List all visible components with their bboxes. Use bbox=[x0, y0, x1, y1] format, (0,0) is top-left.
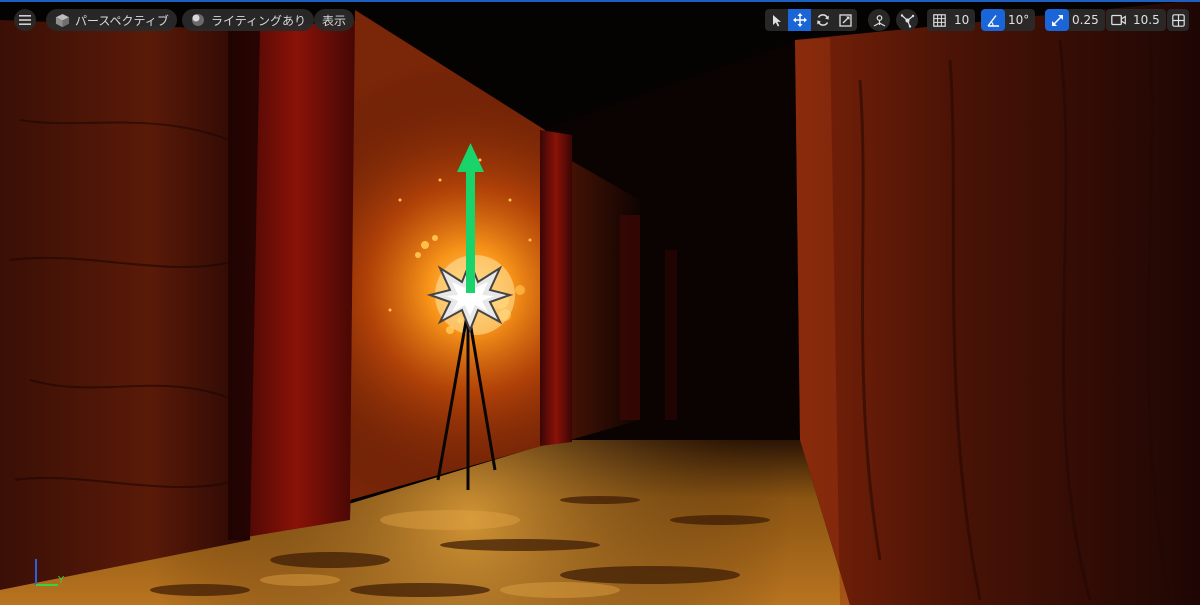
cube-icon bbox=[54, 12, 70, 28]
surface-snapping-button[interactable] bbox=[868, 9, 890, 31]
viewport-menu-button[interactable] bbox=[14, 9, 36, 31]
scale-mode-button[interactable] bbox=[834, 9, 857, 31]
angle-icon bbox=[986, 14, 999, 27]
layout-grid-icon bbox=[1171, 13, 1185, 27]
grid-snap-value[interactable]: 10 bbox=[951, 13, 975, 27]
viewport-toolbar-left bbox=[14, 9, 36, 31]
perspective-label: パースペクティブ bbox=[75, 13, 169, 28]
grid-snap-group: 10 bbox=[927, 9, 976, 31]
scale-icon bbox=[839, 13, 852, 27]
grid-icon bbox=[932, 13, 946, 27]
scale-snap-icon bbox=[1051, 14, 1063, 26]
select-mode-button[interactable] bbox=[765, 9, 788, 31]
angle-snap-toggle[interactable] bbox=[981, 9, 1005, 31]
world-local-space-button[interactable] bbox=[896, 9, 918, 31]
angle-snap-value[interactable]: 10° bbox=[1005, 13, 1035, 27]
perspective-view-button[interactable]: パースペクティブ bbox=[46, 9, 177, 31]
transform-mode-group bbox=[765, 9, 857, 31]
angle-snap-group: 10° bbox=[981, 9, 1036, 31]
show-label: 表示 bbox=[322, 13, 347, 28]
axis-indicator bbox=[35, 559, 58, 586]
camera-speed-group: 10.5 bbox=[1106, 9, 1166, 31]
select-icon bbox=[772, 14, 781, 26]
show-menu-button[interactable]: 表示 bbox=[314, 9, 355, 31]
surface-snap-icon bbox=[873, 14, 885, 27]
level-viewport[interactable]: パースペクティブ ライティングあり 表示 10 10° 0.25 10.5 Y bbox=[0, 0, 1200, 605]
hamburger-icon bbox=[19, 15, 31, 25]
camera-icon bbox=[1110, 14, 1126, 26]
move-mode-button[interactable] bbox=[788, 9, 811, 31]
scale-snap-toggle[interactable] bbox=[1045, 9, 1069, 31]
viewport-top-border bbox=[0, 0, 1200, 2]
scene-render[interactable] bbox=[0, 0, 1200, 605]
rotate-icon bbox=[816, 14, 829, 26]
lighting-label: ライティングあり bbox=[211, 13, 307, 28]
lit-sphere-icon bbox=[190, 12, 206, 28]
viewport-layout-button[interactable] bbox=[1167, 9, 1189, 31]
scale-snap-group: 0.25 bbox=[1045, 9, 1105, 31]
scale-snap-value[interactable]: 0.25 bbox=[1069, 13, 1105, 27]
camera-speed-value[interactable]: 10.5 bbox=[1130, 13, 1166, 27]
camera-speed-button[interactable] bbox=[1106, 9, 1130, 31]
world-space-icon bbox=[900, 13, 914, 28]
rotate-mode-button[interactable] bbox=[811, 9, 834, 31]
lighting-mode-button[interactable]: ライティングあり bbox=[182, 9, 315, 31]
move-icon bbox=[792, 13, 807, 27]
axis-y-label: Y bbox=[58, 575, 65, 586]
grid-snap-toggle[interactable] bbox=[927, 9, 951, 31]
